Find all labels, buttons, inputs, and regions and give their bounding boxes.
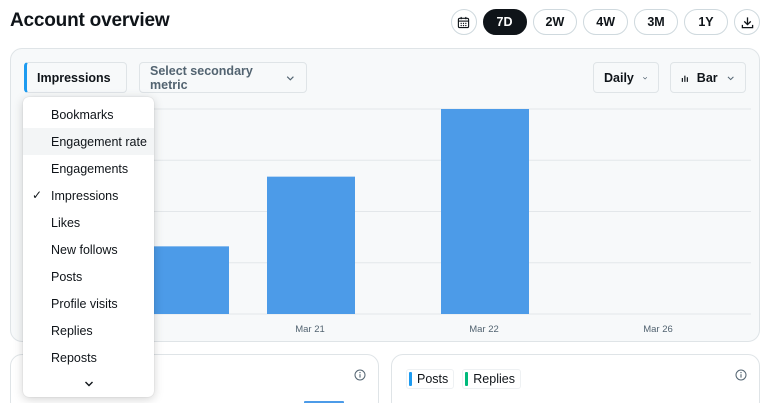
range-3m-button[interactable]: 3M bbox=[634, 9, 678, 35]
menu-item-label: Posts bbox=[51, 269, 83, 284]
check-icon: ✓ bbox=[32, 188, 43, 202]
menu-item-replies[interactable]: Replies bbox=[23, 317, 154, 344]
range-4w-button[interactable]: 4W bbox=[583, 9, 628, 35]
menu-item-impressions[interactable]: ✓ Impressions bbox=[23, 182, 154, 209]
menu-item-reposts[interactable]: Reposts bbox=[23, 344, 154, 371]
menu-item-profile-visits[interactable]: Profile visits bbox=[23, 290, 154, 317]
chevron-down-icon bbox=[727, 75, 734, 80]
legend-replies[interactable]: Replies bbox=[462, 369, 521, 389]
interval-label: Daily bbox=[604, 70, 634, 85]
download-button[interactable] bbox=[734, 9, 760, 35]
menu-item-label: Likes bbox=[51, 215, 81, 230]
legend-posts[interactable]: Posts bbox=[406, 369, 455, 389]
primary-metric-select[interactable]: Impressions bbox=[24, 62, 127, 93]
chart-bar[interactable] bbox=[441, 109, 529, 314]
date-range-bar: 7D 2W 4W 3M 1Y bbox=[450, 9, 760, 35]
menu-scroll-more[interactable] bbox=[23, 371, 154, 397]
download-icon bbox=[741, 16, 753, 28]
range-7d-button[interactable]: 7D bbox=[482, 9, 527, 35]
chevron-down-icon bbox=[84, 381, 93, 387]
info-icon[interactable] bbox=[354, 369, 366, 381]
legend-replies-swatch bbox=[465, 372, 469, 386]
menu-item-label: Impressions bbox=[51, 188, 119, 203]
primary-metric-label: Impressions bbox=[37, 70, 111, 85]
range-1y-button[interactable]: 1Y bbox=[684, 9, 728, 35]
x-tick-label: Mar 22 bbox=[469, 324, 499, 335]
menu-item-bookmarks[interactable]: Bookmarks bbox=[23, 101, 154, 128]
chart-type-select[interactable]: Bar bbox=[670, 62, 746, 93]
menu-item-posts[interactable]: Posts bbox=[23, 263, 154, 290]
chart-type-label: Bar bbox=[696, 70, 718, 85]
menu-item-likes[interactable]: Likes bbox=[23, 209, 154, 236]
legend-replies-label: Replies bbox=[473, 372, 515, 386]
menu-item-new-follows[interactable]: New follows bbox=[23, 236, 154, 263]
interval-select[interactable]: Daily bbox=[593, 62, 659, 93]
menu-item-label: Bookmarks bbox=[51, 107, 114, 122]
info-icon[interactable] bbox=[735, 369, 747, 381]
menu-item-engagements[interactable]: Engagements bbox=[23, 155, 154, 182]
x-tick-label: Mar 26 bbox=[643, 324, 673, 335]
chart-bar[interactable] bbox=[267, 176, 355, 314]
menu-item-label: Reposts bbox=[51, 350, 97, 365]
menu-item-label: Engagement rate bbox=[51, 134, 147, 149]
calendar-button[interactable] bbox=[450, 9, 477, 35]
calendar-icon bbox=[457, 16, 470, 28]
menu-item-label: Profile visits bbox=[51, 296, 118, 311]
bottom-right-card: Posts Replies bbox=[391, 354, 760, 403]
range-2w-button[interactable]: 2W bbox=[532, 9, 578, 35]
chevron-down-icon bbox=[642, 76, 647, 79]
menu-item-label: Replies bbox=[51, 323, 93, 338]
secondary-metric-select[interactable]: Select secondary metric bbox=[139, 62, 307, 93]
menu-item-label: New follows bbox=[51, 242, 118, 257]
page-title: Account overview bbox=[10, 10, 170, 31]
x-tick-label: Mar 21 bbox=[295, 324, 325, 335]
menu-item-label: Engagements bbox=[51, 161, 129, 176]
metric-dropdown-menu: Bookmarks Engagement rate Engagements ✓ I… bbox=[23, 97, 154, 397]
secondary-metric-placeholder: Select secondary metric bbox=[150, 63, 253, 92]
legend: Posts Replies bbox=[406, 369, 521, 389]
bar-chart-icon bbox=[681, 75, 688, 82]
chart-bar[interactable] bbox=[141, 246, 229, 314]
legend-posts-swatch bbox=[409, 372, 412, 386]
menu-item-engagement-rate[interactable]: Engagement rate bbox=[23, 128, 154, 155]
chevron-down-icon bbox=[287, 75, 295, 81]
legend-posts-label: Posts bbox=[417, 372, 449, 386]
